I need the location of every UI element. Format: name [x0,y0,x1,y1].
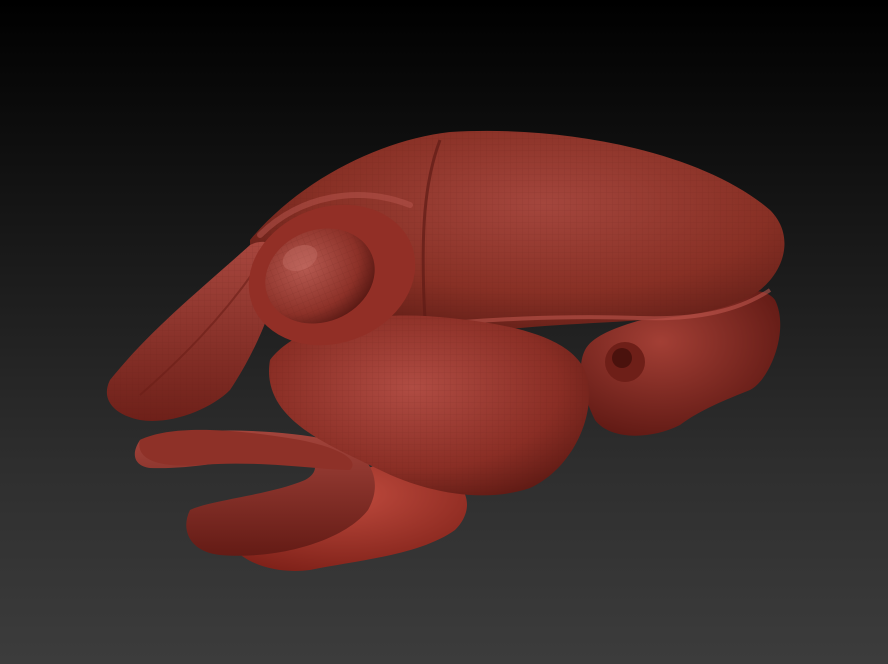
model-render [106,130,785,571]
3d-viewport[interactable] [0,0,888,664]
